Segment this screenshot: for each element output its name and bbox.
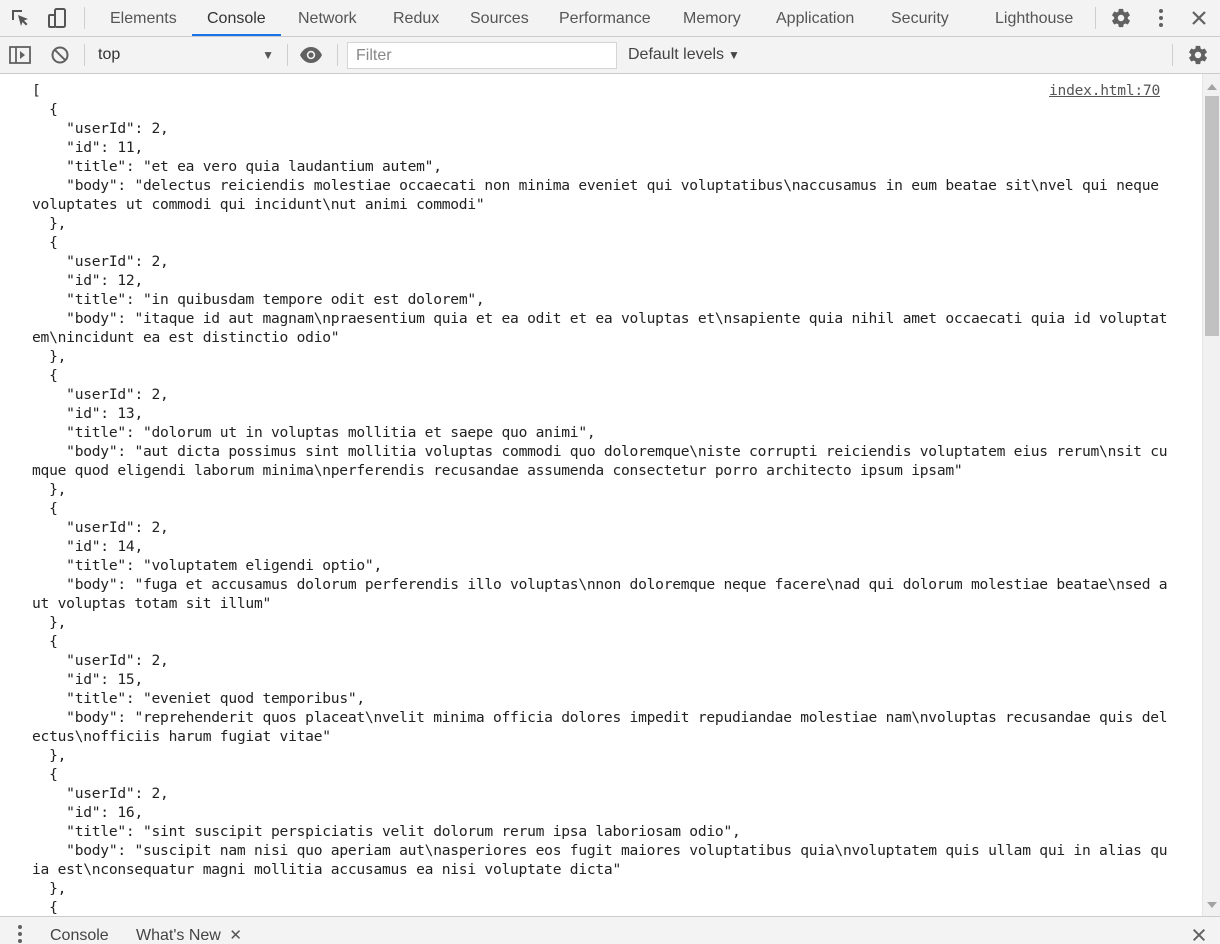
context-selector-value: top — [98, 46, 121, 63]
inspect-element-icon[interactable] — [8, 6, 32, 30]
toolbar-divider — [1172, 44, 1173, 66]
drawer-tab-bar: Console What's New ✕ — [0, 916, 1220, 944]
devtools-tab-bar: Elements Console Network Redux Sources P… — [0, 0, 1220, 37]
close-tab-icon[interactable]: ✕ — [229, 927, 242, 944]
close-icon[interactable] — [1187, 6, 1211, 30]
scroll-down-arrow-icon[interactable] — [1207, 902, 1217, 908]
drawer-tab-console[interactable]: Console — [50, 925, 109, 944]
toolbar-divider — [1095, 7, 1096, 29]
tab-network[interactable]: Network — [298, 0, 357, 37]
drawer-tab-whats-new[interactable]: What's New ✕ — [136, 925, 242, 944]
eye-icon[interactable] — [299, 43, 323, 67]
kebab-menu-icon[interactable] — [1149, 6, 1173, 30]
toolbar-divider — [84, 44, 85, 66]
close-drawer-icon[interactable] — [1187, 923, 1211, 944]
tab-memory[interactable]: Memory — [683, 0, 741, 37]
scrollbar-thumb[interactable] — [1205, 96, 1219, 336]
dropdown-caret-icon: ▼ — [728, 48, 740, 62]
console-toolbar: top ▼ Default levels▼ — [0, 37, 1220, 74]
toolbar-divider — [337, 44, 338, 66]
log-levels-dropdown[interactable]: Default levels ▼ — [628, 43, 740, 67]
console-settings-gear-icon[interactable] — [1186, 43, 1210, 67]
filter-input[interactable] — [347, 42, 617, 69]
tab-elements[interactable]: Elements — [110, 0, 177, 37]
context-selector[interactable]: top ▼ — [88, 43, 280, 67]
console-output-panel[interactable]: index.html:70 [ { "userId": 2, "id": 11,… — [0, 74, 1202, 916]
tab-console[interactable]: Console — [207, 0, 266, 37]
toolbar-divider — [287, 44, 288, 66]
console-log-message: [ { "userId": 2, "id": 11, "title": "et … — [32, 82, 1168, 916]
gear-icon[interactable] — [1109, 6, 1133, 30]
tab-redux[interactable]: Redux — [393, 0, 439, 37]
active-tab-indicator — [192, 34, 281, 36]
drawer-menu-icon[interactable] — [8, 921, 32, 944]
drawer-tab-label: What's New — [136, 927, 221, 944]
tab-sources[interactable]: Sources — [470, 0, 529, 37]
dropdown-caret-icon: ▼ — [262, 48, 274, 62]
vertical-scrollbar[interactable] — [1202, 74, 1220, 916]
clear-console-icon[interactable] — [48, 43, 72, 67]
log-levels-label: Default levels — [628, 46, 725, 63]
device-toolbar-icon[interactable] — [46, 6, 70, 30]
scroll-up-arrow-icon[interactable] — [1207, 84, 1217, 90]
tab-performance[interactable]: Performance — [559, 0, 651, 37]
tab-security[interactable]: Security — [891, 0, 949, 37]
sidebar-toggle-icon[interactable] — [8, 43, 32, 67]
tab-application[interactable]: Application — [776, 0, 854, 37]
tab-lighthouse[interactable]: Lighthouse — [995, 0, 1073, 37]
toolbar-divider — [84, 7, 85, 29]
